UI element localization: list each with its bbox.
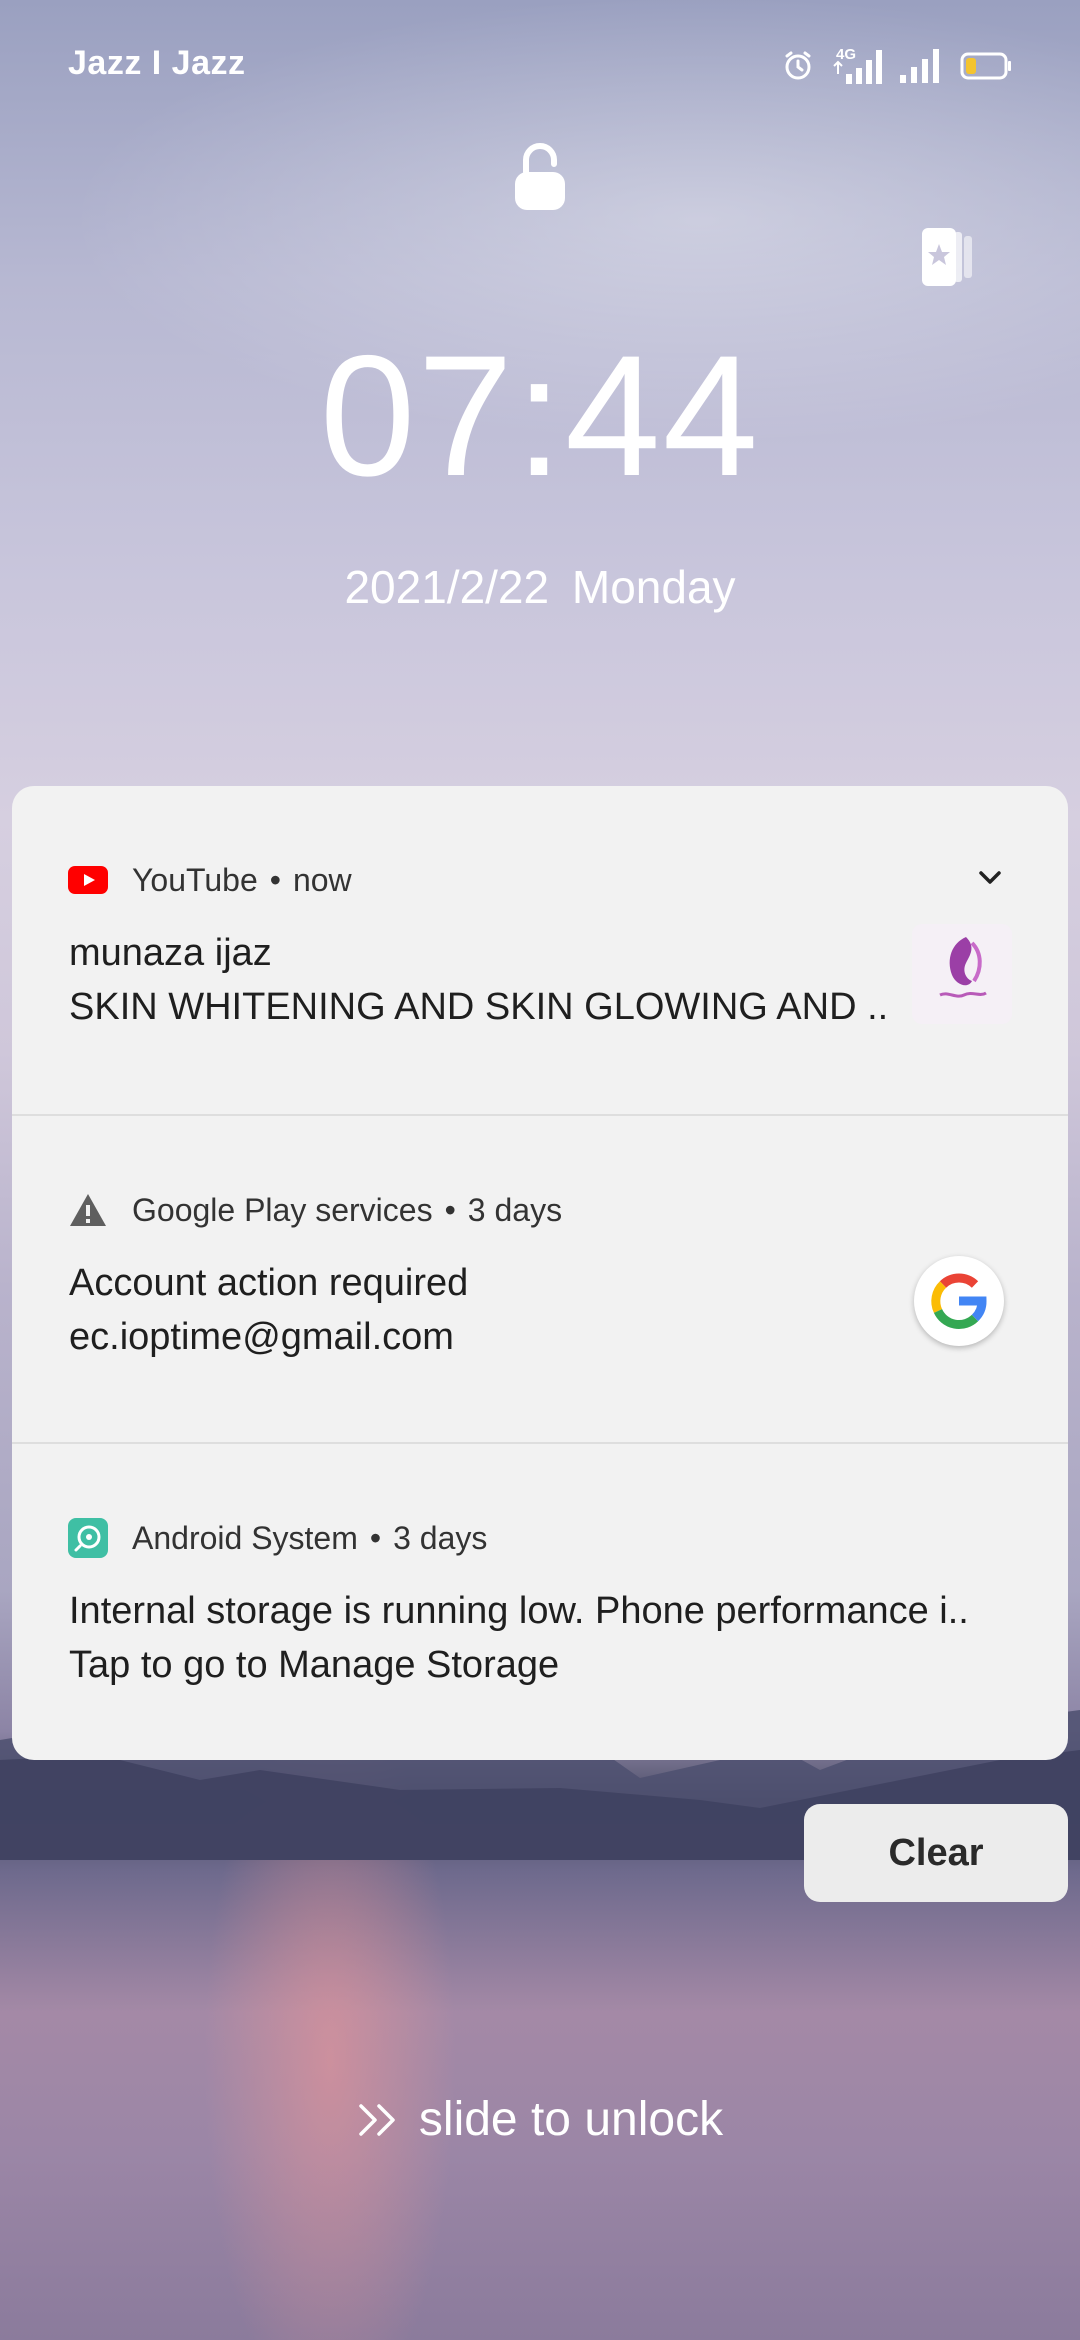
notification-header: YouTube • now [68, 860, 352, 900]
notification-android-system[interactable]: Android System • 3 days Internal storage… [12, 1442, 1068, 1760]
android-system-icon [68, 1518, 108, 1558]
slide-to-unlock[interactable]: slide to unlock [0, 2092, 1080, 2147]
lockscreen-date: 2021/2/22 Monday [0, 560, 1080, 614]
notification-title: Account action required [69, 1262, 469, 1304]
notification-google-play-services[interactable]: Google Play services • 3 days Account ac… [12, 1114, 1068, 1444]
notification-title: munaza ijaz [69, 932, 272, 974]
notification-time: now [292, 861, 352, 898]
notification-time: 3 days [467, 1191, 563, 1228]
notification-body: SKIN WHITENING AND SKIN GLOWING AND .. [69, 986, 889, 1028]
google-account-avatar [914, 1256, 1004, 1346]
notification-youtube[interactable]: YouTube • now munaza ijaz SKIN WHITENING… [12, 786, 1068, 1114]
notification-body: Tap to go to Manage Storage [69, 1644, 560, 1686]
clear-notifications-button[interactable]: Clear [804, 1804, 1068, 1902]
notification-title: Internal storage is running low. Phone p… [69, 1590, 969, 1632]
battery-low-icon [960, 52, 1011, 80]
notification-time: 3 days [393, 1519, 488, 1556]
separator-dot: • [369, 1519, 382, 1556]
notification-panel: YouTube • now munaza ijaz SKIN WHITENING… [12, 786, 1068, 1760]
channel-logo [912, 924, 1012, 1024]
notification-body: ec.ioptime@gmail.com [69, 1316, 454, 1358]
separator-dot: • [269, 861, 281, 898]
notification-header: Android System • 3 days [68, 1518, 487, 1558]
app-name: Android System [132, 1519, 358, 1556]
app-name: YouTube [132, 861, 258, 898]
notification-header: Google Play services • 3 days [68, 1190, 562, 1230]
slide-label: slide to unlock [418, 2093, 724, 2146]
double-chevron-right-icon [359, 2103, 395, 2136]
status-bar: Jazz I Jazz 4G [0, 0, 1080, 130]
card-wallet-icon[interactable] [918, 224, 984, 290]
warning-icon [68, 1190, 108, 1230]
alarm-icon [785, 51, 811, 80]
weekday: Monday [571, 561, 736, 613]
signal-4g-icon: 4G [832, 46, 882, 84]
signal-icon [900, 49, 939, 83]
app-name: Google Play services [132, 1191, 433, 1228]
carrier-name: Jazz I Jazz [68, 44, 246, 82]
separator-dot: • [444, 1191, 456, 1228]
lockscreen-clock: 07:44 [319, 320, 761, 512]
lock-icon[interactable] [512, 142, 568, 212]
chevron-down-icon[interactable] [976, 868, 1004, 888]
status-icons: 4G [782, 46, 1012, 84]
date-value: 2021/2/22 [344, 561, 550, 613]
youtube-icon [68, 860, 108, 900]
google-g-icon [931, 1273, 987, 1330]
